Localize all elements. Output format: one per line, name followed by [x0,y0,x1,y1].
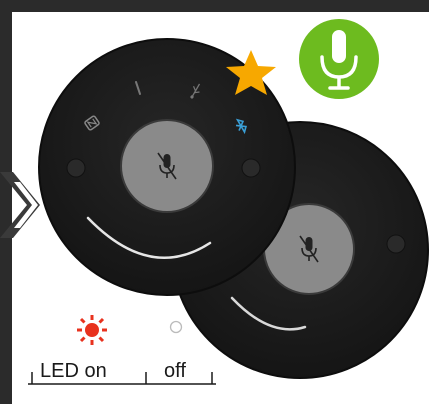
led-off-icon [169,320,183,334]
microphone-icon [299,19,379,99]
volume-down-button[interactable] [66,158,86,178]
led-on-icon [77,315,107,345]
illustration-svg [0,19,429,385]
volume-button-back[interactable] [386,234,406,254]
speakerphone-illustration: LED on off [0,0,429,404]
volume-up-button[interactable] [241,158,261,178]
led-on-label: LED on [40,360,107,382]
chevron-right-icon [0,172,40,238]
led-off-label: off [164,360,186,382]
